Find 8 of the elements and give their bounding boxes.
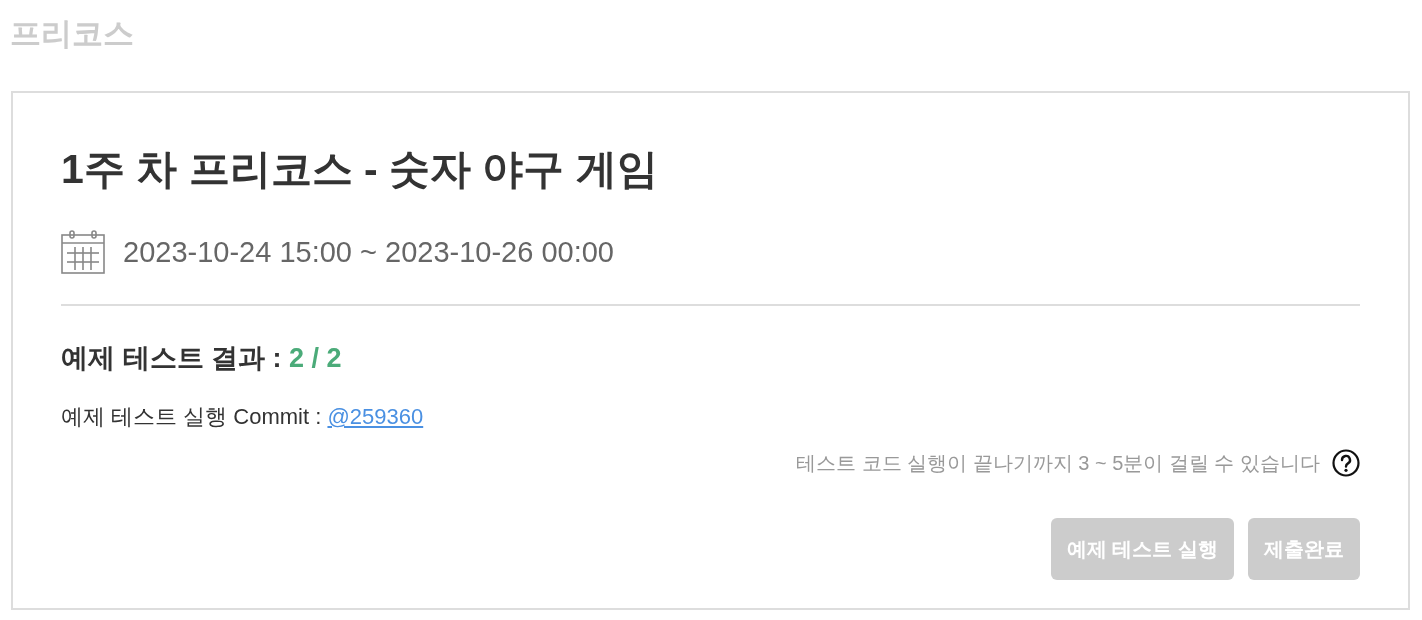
commit-info: 예제 테스트 실행 Commit : @259360	[61, 403, 425, 431]
commit-link[interactable]: @259360	[327, 404, 424, 429]
mission-period: 2023-10-24 15:00 ~ 2023-10-26 00:00	[123, 235, 614, 270]
mission-title: 1주 차 프리코스 - 숫자 야구 게임	[61, 145, 659, 194]
test-result: 예제 테스트 결과 : 2 / 2	[61, 342, 343, 375]
duration-hint: 테스트 코드 실행이 끝나기까지 3 ~ 5분이 걸릴 수 있습니다	[796, 451, 1320, 476]
calendar-icon	[61, 230, 105, 274]
help-icon[interactable]	[1332, 449, 1360, 477]
